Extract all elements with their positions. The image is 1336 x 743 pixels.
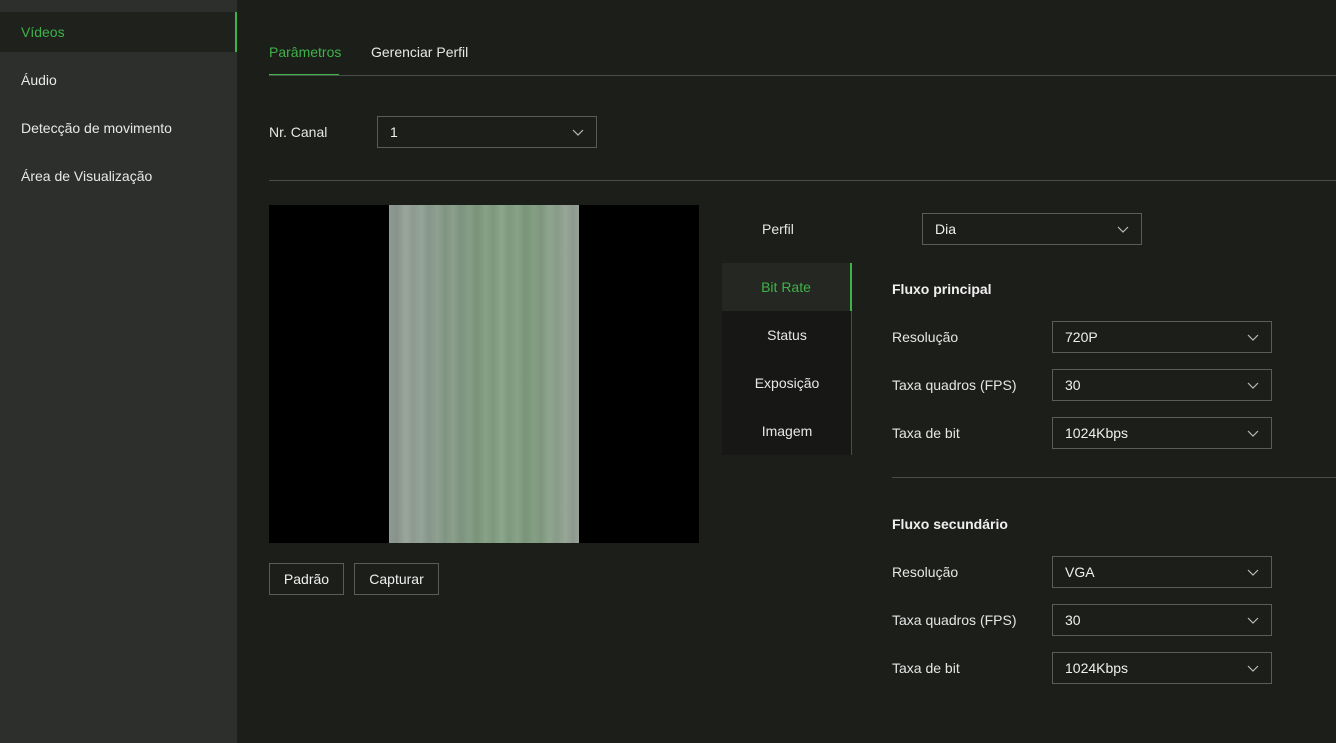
tab-label: Parâmetros (269, 44, 342, 60)
sidebar: Vídeos Áudio Detecção de movimento Área … (0, 0, 237, 743)
subtab-label: Bit Rate (761, 279, 811, 295)
sidebar-item-videos[interactable]: Vídeos (0, 12, 237, 52)
tab-label: Gerenciar Perfil (371, 44, 469, 60)
sub-fps-value: 30 (1065, 612, 1081, 628)
capture-button-label: Capturar (369, 571, 424, 587)
main-fps-select[interactable]: 30 (1052, 369, 1272, 401)
main-bitrate-label: Taxa de bit (892, 425, 960, 441)
chevron-down-icon (1247, 665, 1259, 672)
default-button[interactable]: Padrão (269, 563, 344, 595)
channel-select[interactable]: 1 (377, 116, 597, 148)
subtab-bit-rate[interactable]: Bit Rate (722, 263, 852, 311)
main-bitrate-value: 1024Kbps (1065, 425, 1129, 441)
sidebar-item-label: Detecção de movimento (21, 120, 172, 136)
sidebar-item-audio[interactable]: Áudio (0, 60, 237, 100)
chevron-down-icon (1247, 430, 1259, 437)
sidebar-item-label: Áudio (21, 72, 57, 88)
sub-bitrate-label: Taxa de bit (892, 660, 960, 676)
tabs-divider (269, 75, 1336, 76)
chevron-down-icon (1247, 569, 1259, 576)
sub-bitrate-select[interactable]: 1024Kbps (1052, 652, 1272, 684)
stream-divider (892, 477, 1336, 478)
sub-resolution-label: Resolução (892, 564, 959, 580)
profile-select[interactable]: Dia (922, 213, 1142, 245)
tab-manage-profile[interactable]: Gerenciar Perfil (371, 44, 471, 76)
sub-fps-label: Taxa quadros (FPS) (892, 612, 1017, 628)
main-resolution-select[interactable]: 720P (1052, 321, 1272, 353)
sub-fps-select[interactable]: 30 (1052, 604, 1272, 636)
sidebar-item-label: Área de Visualização (21, 168, 153, 184)
subtab-label: Status (767, 327, 807, 343)
main-fps-value: 30 (1065, 377, 1081, 393)
subtab-label: Imagem (761, 423, 813, 439)
section-divider (269, 180, 1336, 181)
sub-bitrate-value: 1024Kbps (1065, 660, 1129, 676)
camera-feed-image (389, 205, 579, 543)
chevron-down-icon (1247, 617, 1259, 624)
chevron-down-icon (1117, 226, 1129, 233)
subtab-image[interactable]: Imagem (722, 407, 852, 455)
main-resolution-value: 720P (1065, 329, 1098, 345)
main-bitrate-select[interactable]: 1024Kbps (1052, 417, 1272, 449)
sub-resolution-select[interactable]: VGA (1052, 556, 1272, 588)
settings-subtabs: Bit Rate Status Exposição Imagem (722, 263, 852, 455)
profile-select-value: Dia (935, 221, 957, 237)
profile-label: Perfil (762, 221, 794, 237)
sub-stream-title: Fluxo secundário (892, 516, 1008, 532)
channel-label: Nr. Canal (269, 124, 328, 140)
subtab-exposure[interactable]: Exposição (722, 359, 852, 407)
chevron-down-icon (1247, 382, 1259, 389)
main-resolution-label: Resolução (892, 329, 959, 345)
main-fps-label: Taxa quadros (FPS) (892, 377, 1017, 393)
channel-select-value: 1 (390, 124, 398, 140)
chevron-down-icon (572, 129, 584, 136)
chevron-down-icon (1247, 334, 1259, 341)
default-button-label: Padrão (283, 571, 330, 587)
subtab-status[interactable]: Status (722, 311, 852, 359)
main-stream-title: Fluxo principal (892, 281, 992, 297)
sub-resolution-value: VGA (1065, 564, 1095, 580)
sidebar-item-view-area[interactable]: Área de Visualização (0, 156, 237, 196)
capture-button[interactable]: Capturar (354, 563, 439, 595)
sidebar-item-motion-detection[interactable]: Detecção de movimento (0, 108, 237, 148)
subtab-label: Exposição (754, 375, 820, 391)
video-preview (269, 205, 699, 543)
sidebar-item-label: Vídeos (21, 24, 65, 40)
tab-parameters[interactable]: Parâmetros (269, 44, 342, 76)
